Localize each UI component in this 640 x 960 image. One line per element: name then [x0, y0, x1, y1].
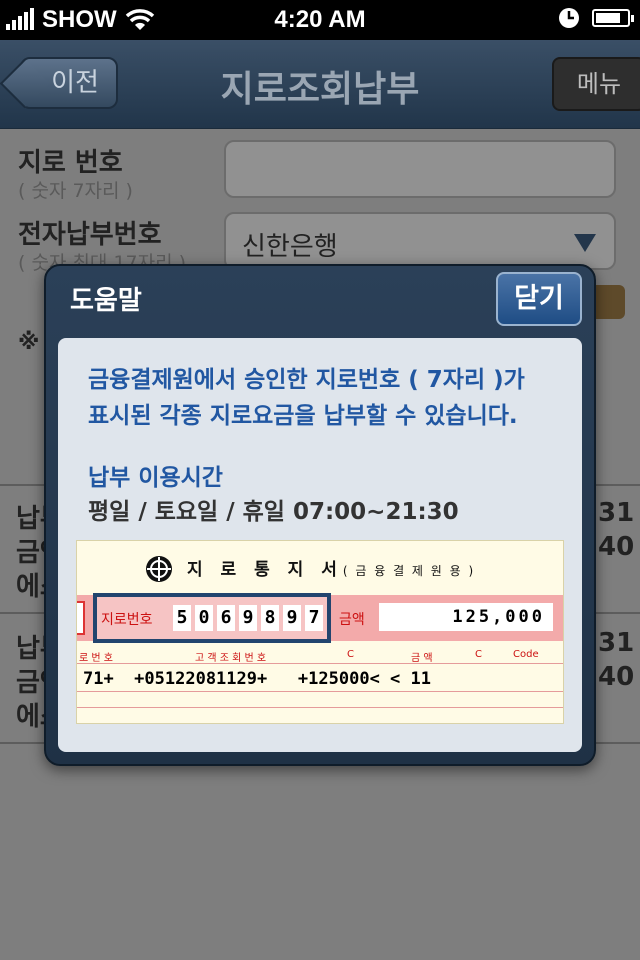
- slip-col-c2: C: [475, 649, 482, 660]
- hours-title: 납부 이용시간: [88, 465, 223, 491]
- help-dialog: 도움말 닫기 금융결제원에서 승인한 지로번호 ( 7자리 )가 표시된 각종 …: [44, 264, 596, 766]
- list-item-1-right2: 40: [598, 532, 635, 562]
- giro-number-label: 지로 번호: [18, 148, 123, 178]
- giro-digit: 8: [261, 605, 279, 631]
- slip-col-c1: C: [347, 649, 354, 660]
- note-mark: ※: [18, 330, 40, 355]
- status-time: 4:20 AM: [274, 6, 366, 33]
- bank-select[interactable]: 신한은행: [224, 212, 616, 270]
- giro-digit: 7: [305, 605, 323, 631]
- dialog-body: 금융결제원에서 승인한 지로번호 ( 7자리 )가 표시된 각종 지로요금을 납…: [58, 338, 582, 752]
- hours-text: 평일 / 토요일 / 휴일 07:00~21:30: [88, 499, 459, 525]
- giro-digit: 9: [283, 605, 301, 631]
- epay-number-label: 전자납부번호: [18, 220, 162, 250]
- navigation-bar: 이전 지로조회납부 메뉴: [0, 40, 640, 129]
- giro-slip-sample: 지 로 통 지 서( 금 융 결 제 원 용 ) 지로번호 5 0 6 9 8 …: [76, 540, 564, 724]
- page-title: 지로조회납부: [220, 69, 420, 110]
- slip-rule: [77, 663, 563, 664]
- slip-rule: [77, 707, 563, 708]
- dialog-title: 도움말: [70, 286, 142, 316]
- slip-title-main: 지 로 통 지 서: [187, 560, 343, 580]
- giro-number-hint: ( 숫자 7자리 ): [18, 180, 133, 202]
- description-line-2: 표시된 각종 지로요금을 납부할 수 있습니다.: [88, 403, 518, 429]
- list-item-2-right2: 40: [598, 662, 635, 692]
- crosshair-logo-icon: [146, 556, 172, 582]
- list-item-1-right1: 31: [598, 498, 635, 528]
- battery-icon: [592, 9, 634, 27]
- slip-col-code: Code: [513, 649, 539, 660]
- slip-ocr-line: 71+ +05122081129+ +125000< < 11: [83, 669, 431, 689]
- giro-number-highlight: 지로번호 5 0 6 9 8 9 7: [93, 593, 331, 643]
- menu-button[interactable]: 메뉴: [552, 57, 640, 111]
- slip-rule: [77, 691, 563, 692]
- giro-digit: 0: [195, 605, 213, 631]
- slip-col-amount: 금 액: [411, 653, 433, 664]
- clock-icon: [559, 8, 579, 28]
- slip-amount-label: 금액: [339, 612, 365, 628]
- status-right: [558, 7, 634, 29]
- bank-select-value: 신한은행: [242, 232, 338, 262]
- status-bar: SHOW 4:20 AM: [0, 0, 640, 40]
- slip-giro-label: 지로번호: [101, 612, 153, 628]
- giro-digit: 6: [217, 605, 235, 631]
- close-button[interactable]: 닫기: [496, 272, 582, 326]
- slip-col-giro: 로 번 호: [79, 653, 113, 664]
- description-line-1: 금융결제원에서 승인한 지로번호 ( 7자리 )가: [88, 367, 525, 393]
- slip-red-mark: [77, 601, 85, 635]
- giro-digit: 5: [173, 605, 191, 631]
- giro-number-input[interactable]: [224, 140, 616, 198]
- slip-title: 지 로 통 지 서( 금 융 결 제 원 용 ): [187, 555, 475, 580]
- slip-title-sub: ( 금 융 결 제 원 용 ): [342, 564, 476, 578]
- slip-col-customer: 고 객 조 회 번 호: [195, 653, 267, 664]
- list-item-2-right1: 31: [598, 628, 635, 658]
- chevron-down-icon: [574, 234, 596, 252]
- slip-amount-value: 125,000: [379, 603, 553, 631]
- giro-digit: 9: [239, 605, 257, 631]
